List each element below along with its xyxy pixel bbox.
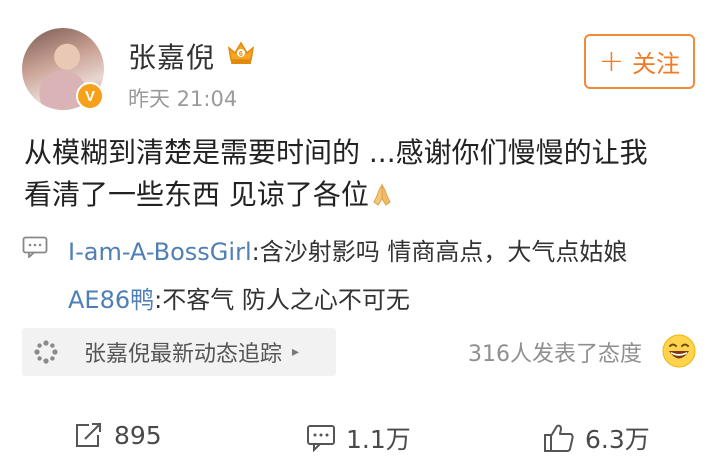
- repost-button[interactable]: 895: [74, 420, 162, 450]
- praying-hands-icon: [373, 183, 391, 206]
- crown-icon: 6: [227, 41, 255, 64]
- svg-text:6: 6: [239, 51, 243, 58]
- comment-button[interactable]: 1.1万: [306, 420, 411, 456]
- repost-icon: [76, 423, 101, 447]
- action-bar: 895 1.1万 6.3万: [0, 414, 720, 464]
- laughing-emoji-icon[interactable]: [662, 334, 696, 368]
- tracker-label: 张嘉倪最新动态追踪: [84, 342, 283, 367]
- post-text-line2: 看清了一些东西 见谅了各位: [24, 174, 704, 216]
- post-text-line2-content: 看清了一些东西 见谅了各位: [24, 178, 369, 211]
- comment-text: :不客气 防人之心不可无: [154, 286, 410, 314]
- post-timestamp: 昨天 21:04: [128, 87, 238, 111]
- plus-icon: +: [598, 43, 625, 79]
- follow-label: 关注: [632, 50, 681, 78]
- comment-bubble-icon: [307, 425, 335, 452]
- repost-count: 895: [114, 420, 162, 450]
- verified-badge: V: [76, 82, 104, 110]
- comment-item[interactable]: I-am-A-BossGirl:含沙射影吗 情商高点，大气点姑娘: [68, 232, 627, 267]
- like-count: 6.3万: [585, 425, 650, 454]
- comment-item[interactable]: AE86鸭:不客气 防人之心不可无: [68, 280, 410, 315]
- sparkle-loader-icon: [22, 328, 70, 376]
- username[interactable]: 张嘉倪: [128, 36, 215, 76]
- post-text-line1: 从模糊到清楚是需要时间的 ...感谢你们慢慢的让我: [24, 136, 648, 169]
- thumbs-up-icon: [544, 424, 574, 452]
- comment-icon: [22, 236, 48, 258]
- comment-user-link[interactable]: AE86鸭: [68, 286, 154, 314]
- dynamic-tracker-button[interactable]: 张嘉倪最新动态追踪 ▸: [22, 328, 336, 376]
- like-button[interactable]: 6.3万: [543, 420, 650, 456]
- comment-text: :含沙射影吗 情商高点，大气点姑娘: [251, 238, 628, 266]
- follow-button[interactable]: + 关注: [584, 34, 695, 89]
- chevron-right-icon: ▸: [292, 344, 300, 360]
- comment-user-link[interactable]: I-am-A-BossGirl: [68, 238, 252, 266]
- post-text: 从模糊到清楚是需要时间的 ...感谢你们慢慢的让我 看清了一些东西 见谅了各位: [24, 132, 704, 216]
- comment-count: 1.1万: [346, 425, 411, 454]
- reactions-summary[interactable]: 316人发表了态度: [468, 336, 642, 368]
